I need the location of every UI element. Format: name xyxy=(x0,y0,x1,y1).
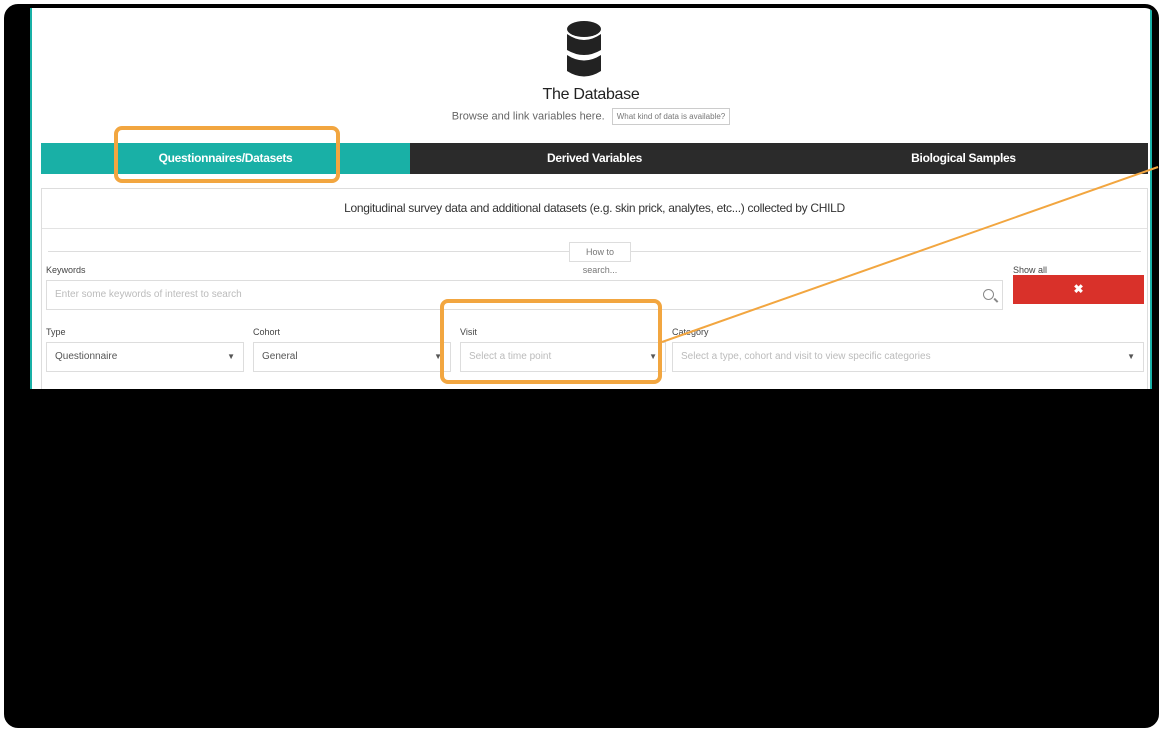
annotation-arrow-line xyxy=(661,166,1159,343)
